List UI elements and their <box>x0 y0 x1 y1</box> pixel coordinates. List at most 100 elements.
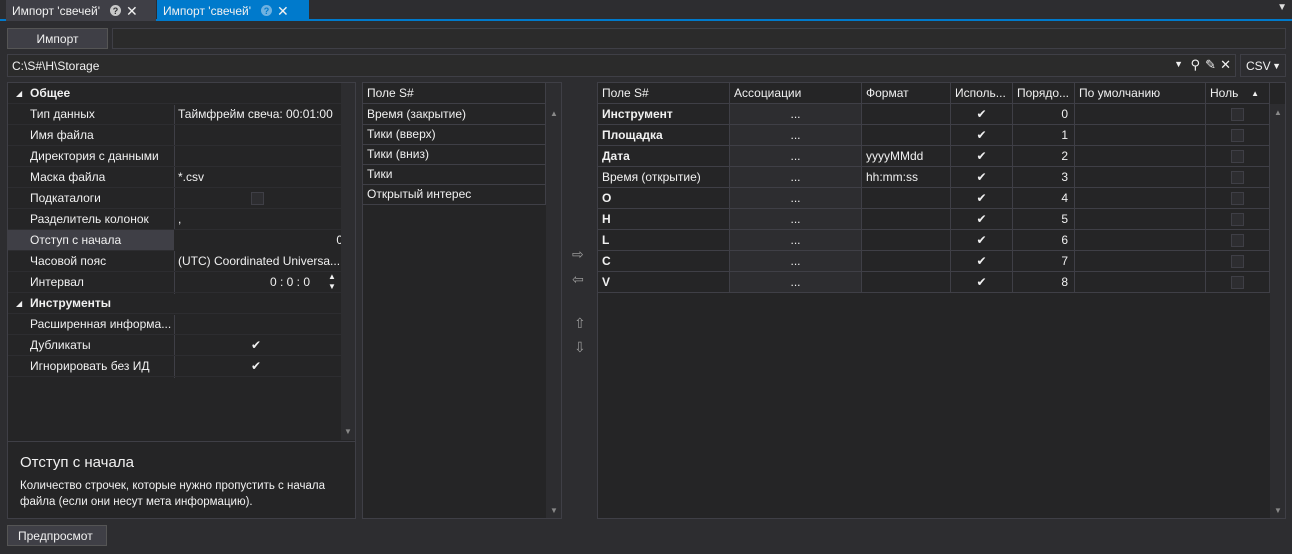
list-item[interactable]: Время (закрытие) <box>363 104 546 125</box>
property-value[interactable]: (UTC) Coordinated Universa... <box>178 254 340 268</box>
format-cell[interactable] <box>862 209 951 230</box>
association-cell[interactable]: ... <box>730 272 862 293</box>
move-left-icon[interactable]: ⇦ <box>572 271 584 288</box>
field-cell[interactable]: L <box>598 230 730 251</box>
format-cell[interactable] <box>862 104 951 125</box>
spinner-icon[interactable]: ▲ ▼ <box>328 272 336 292</box>
property-row[interactable]: Имя файла <box>8 125 355 146</box>
category-general[interactable]: ◢ Общее <box>8 83 355 104</box>
column-header[interactable]: Формат <box>862 83 951 104</box>
association-cell[interactable]: ... <box>730 251 862 272</box>
order-cell[interactable]: 1 <box>1013 125 1075 146</box>
used-checkbox[interactable]: ✔ <box>951 251 1013 272</box>
property-row-selected[interactable]: Отступ с начала 0 <box>8 229 355 251</box>
column-header[interactable]: По умолчанию <box>1075 83 1206 104</box>
subfolders-checkbox[interactable] <box>251 191 264 205</box>
column-header[interactable]: Порядо... <box>1013 83 1075 104</box>
used-checkbox[interactable]: ✔ <box>951 209 1013 230</box>
default-cell[interactable] <box>1075 104 1206 125</box>
edit-icon[interactable]: ✎ <box>1205 57 1216 73</box>
default-cell[interactable] <box>1075 125 1206 146</box>
field-cell[interactable]: Инструмент <box>598 104 730 125</box>
move-right-icon[interactable]: ⇨ <box>572 246 584 263</box>
property-row[interactable]: Директория с данными <box>8 146 355 167</box>
collapse-icon[interactable]: ◢ <box>16 299 22 308</box>
column-header[interactable]: Ноль ▲ <box>1206 83 1270 104</box>
field-cell[interactable]: Дата <box>598 146 730 167</box>
association-cell[interactable]: ... <box>730 167 862 188</box>
default-cell[interactable] <box>1075 230 1206 251</box>
tab-menu-icon[interactable]: ▼ <box>1277 2 1287 13</box>
property-row[interactable]: Часовой пояс (UTC) Coordinated Universa.… <box>8 251 355 272</box>
property-row[interactable]: Дубликаты ✔ <box>8 335 355 356</box>
zero-checkbox[interactable] <box>1206 146 1270 167</box>
association-cell[interactable]: ... <box>730 125 862 146</box>
format-cell[interactable] <box>862 251 951 272</box>
default-cell[interactable] <box>1075 272 1206 293</box>
order-cell[interactable]: 8 <box>1013 272 1075 293</box>
ignore-no-id-checkbox[interactable]: ✔ <box>251 359 261 373</box>
fields-scrollbar[interactable]: ▲ ▼ <box>546 83 561 518</box>
column-header[interactable]: Исполь... <box>951 83 1013 104</box>
property-row[interactable]: Игнорировать без ИД ✔ <box>8 356 355 377</box>
used-checkbox[interactable]: ✔ <box>951 104 1013 125</box>
path-input[interactable]: C:\S#\H\Storage ▼ ⚲ ✎ ✕ <box>7 54 1236 77</box>
order-cell[interactable]: 7 <box>1013 251 1075 272</box>
zero-checkbox[interactable] <box>1206 167 1270 188</box>
format-cell[interactable] <box>862 125 951 146</box>
field-cell[interactable]: Время (открытие) <box>598 167 730 188</box>
used-checkbox[interactable]: ✔ <box>951 230 1013 251</box>
preview-button[interactable]: Предпросмот <box>7 525 107 546</box>
zero-checkbox[interactable] <box>1206 272 1270 293</box>
property-value[interactable]: , <box>178 212 181 226</box>
order-cell[interactable]: 5 <box>1013 209 1075 230</box>
list-item[interactable]: Тики (вверх) <box>363 124 546 145</box>
column-header[interactable]: Ассоциации <box>730 83 862 104</box>
format-cell[interactable] <box>862 272 951 293</box>
format-cell[interactable] <box>862 188 951 209</box>
zero-checkbox[interactable] <box>1206 104 1270 125</box>
used-checkbox[interactable]: ✔ <box>951 146 1013 167</box>
association-cell[interactable]: ... <box>730 230 862 251</box>
format-select[interactable]: CSV ▼ <box>1240 54 1286 77</box>
format-cell[interactable]: hh:mm:ss <box>862 167 951 188</box>
property-value[interactable]: *.csv <box>178 170 204 184</box>
format-cell[interactable] <box>862 230 951 251</box>
used-checkbox[interactable]: ✔ <box>951 188 1013 209</box>
zero-checkbox[interactable] <box>1206 251 1270 272</box>
property-row[interactable]: Подкаталоги <box>8 188 355 209</box>
property-row[interactable]: Интервал 0 : 0 : 0 ▲ ▼ <box>8 272 355 293</box>
close-icon[interactable]: ✕ <box>277 4 289 18</box>
tab-import-candles-1[interactable]: Импорт 'свечей' ? ✕ <box>6 0 156 21</box>
duplicates-checkbox[interactable]: ✔ <box>251 338 261 352</box>
order-cell[interactable]: 6 <box>1013 230 1075 251</box>
search-icon[interactable]: ⚲ <box>1190 57 1200 73</box>
association-cell[interactable]: ... <box>730 209 862 230</box>
field-cell[interactable]: O <box>598 188 730 209</box>
used-checkbox[interactable]: ✔ <box>951 272 1013 293</box>
used-checkbox[interactable]: ✔ <box>951 125 1013 146</box>
collapse-icon[interactable]: ◢ <box>16 89 22 98</box>
interval-value[interactable]: 0 : 0 : 0 <box>270 275 310 289</box>
order-cell[interactable]: 0 <box>1013 104 1075 125</box>
property-value[interactable]: 0 <box>174 229 349 251</box>
default-cell[interactable] <box>1075 209 1206 230</box>
association-cell[interactable]: ... <box>730 104 862 125</box>
association-cell[interactable]: ... <box>730 188 862 209</box>
move-down-icon[interactable]: ⇩ <box>574 339 586 356</box>
property-row[interactable]: Тип данных Таймфрейм свеча: 00:01:00 <box>8 104 355 125</box>
default-cell[interactable] <box>1075 167 1206 188</box>
field-cell[interactable]: Площадка <box>598 125 730 146</box>
order-cell[interactable]: 4 <box>1013 188 1075 209</box>
field-cell[interactable]: H <box>598 209 730 230</box>
list-item[interactable]: Тики (вниз) <box>363 144 546 165</box>
default-cell[interactable] <box>1075 251 1206 272</box>
used-checkbox[interactable]: ✔ <box>951 167 1013 188</box>
zero-checkbox[interactable] <box>1206 209 1270 230</box>
default-cell[interactable] <box>1075 146 1206 167</box>
association-cell[interactable]: ... <box>730 146 862 167</box>
clear-icon[interactable]: ✕ <box>1220 57 1231 73</box>
help-icon[interactable]: ? <box>261 5 273 16</box>
format-cell[interactable]: yyyyMMdd <box>862 146 951 167</box>
zero-checkbox[interactable] <box>1206 125 1270 146</box>
